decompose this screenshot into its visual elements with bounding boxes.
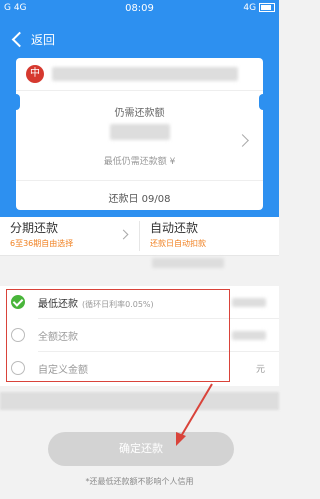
annotation-arrow-icon [176,383,213,446]
